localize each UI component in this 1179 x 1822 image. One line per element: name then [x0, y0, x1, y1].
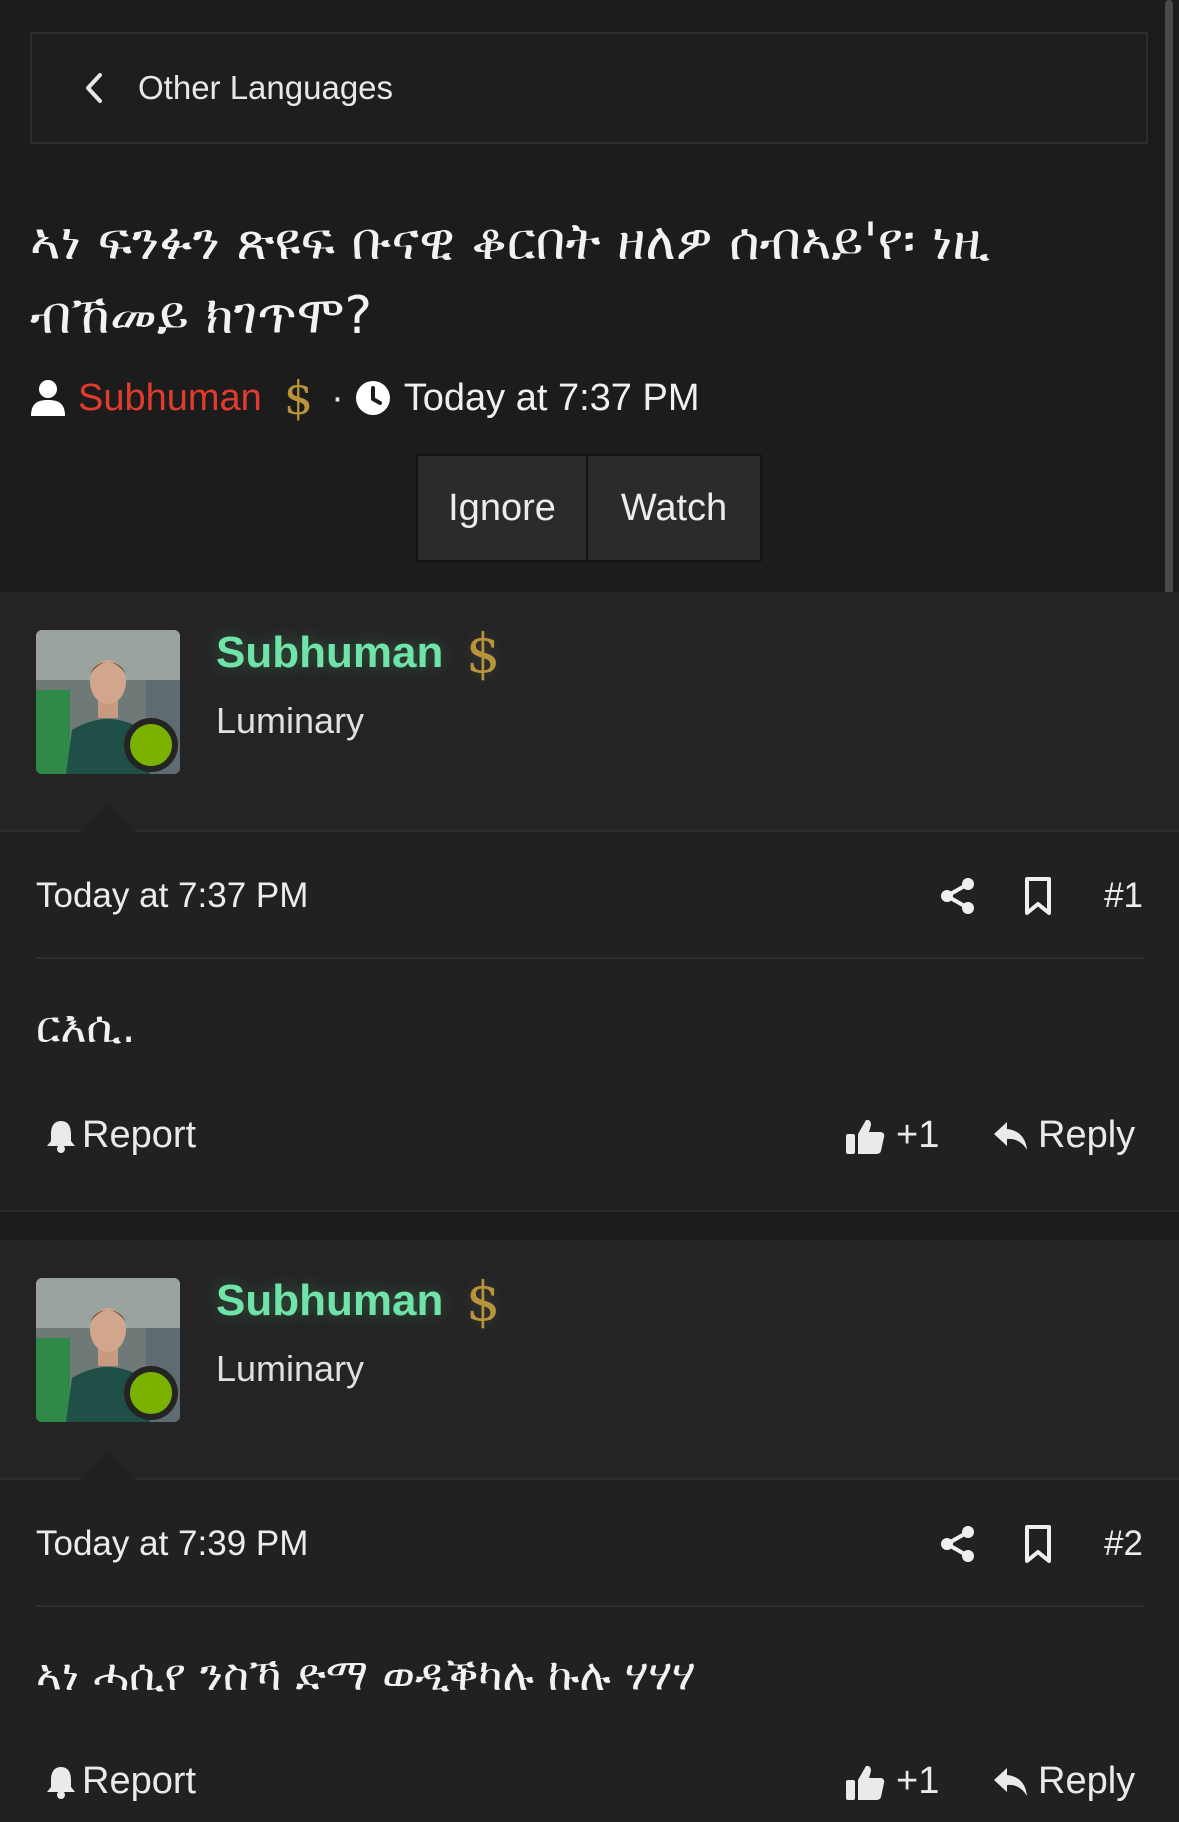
user-icon: [31, 380, 65, 416]
thread-time[interactable]: Today at 7:37 PM: [404, 377, 700, 420]
share-icon[interactable]: [938, 876, 978, 916]
report-label[interactable]: Report: [82, 1114, 196, 1157]
post-body: ኣነ ሓሲየ ንስኻ ድማ ወዲቕካሉ ኩሉ ሃሃሃ: [36, 1650, 696, 1701]
bookmark-icon[interactable]: [1018, 876, 1058, 916]
clock-icon: [355, 381, 390, 415]
like-button[interactable]: +1: [844, 1114, 939, 1157]
post-arrow: [78, 1452, 138, 1482]
thumbs-up-icon: [846, 1765, 885, 1800]
scrollbar[interactable]: [1165, 0, 1173, 632]
thread-meta: Subhuman $ · Today at 7:37 PM: [30, 368, 699, 428]
post-arrow: [78, 804, 138, 834]
reply-label[interactable]: Reply: [1038, 1760, 1135, 1803]
post: Subhuman $ Luminary Today at 7:37 PM #1 …: [0, 592, 1179, 1210]
post-number[interactable]: #1: [1104, 876, 1143, 916]
user-title: Luminary: [216, 700, 365, 741]
thread-action-buttons: Ignore Watch: [416, 454, 762, 562]
breadcrumb-label[interactable]: Other Languages: [138, 69, 393, 107]
post-number[interactable]: #2: [1104, 1524, 1143, 1564]
bell-icon: [47, 1766, 75, 1799]
dollar-icon: $: [283, 371, 314, 425]
meta-separator: ·: [331, 376, 344, 419]
dollar-icon: $: [466, 1270, 501, 1333]
post-user-block: Subhuman $ Luminary: [0, 1240, 1179, 1482]
post: Subhuman $ Luminary Today at 7:39 PM #2 …: [0, 1240, 1179, 1822]
divider: [36, 957, 1143, 959]
post-time[interactable]: Today at 7:37 PM: [36, 876, 308, 916]
chevron-left-icon: [86, 73, 102, 103]
reply-button[interactable]: Reply: [992, 1114, 1135, 1157]
dollar-icon: $: [466, 622, 501, 685]
post-username[interactable]: Subhuman: [216, 1276, 443, 1326]
post-body: ርእሲ.: [36, 1002, 136, 1053]
bell-icon: [47, 1120, 75, 1153]
thread-title: ኣነ ፍንፉን ጽዩፍ ቡናዊ ቆርበት ዘለዎ ሰብኣይ'የ፡ ነዚ ብኸመይ…: [30, 212, 991, 346]
reply-icon: [994, 1767, 1027, 1796]
report-button[interactable]: Report: [44, 1114, 196, 1157]
breadcrumb[interactable]: Other Languages: [30, 32, 1148, 144]
post-username[interactable]: Subhuman: [216, 628, 443, 678]
post-time[interactable]: Today at 7:39 PM: [36, 1524, 308, 1564]
post-separator: [0, 1210, 1179, 1240]
post-user-block: Subhuman $ Luminary: [0, 592, 1179, 834]
thumbs-up-icon: [846, 1119, 885, 1154]
reply-button[interactable]: Reply: [992, 1760, 1135, 1803]
bookmark-icon[interactable]: [1018, 1524, 1058, 1564]
like-count[interactable]: +1: [896, 1760, 939, 1803]
user-title: Luminary: [216, 1348, 365, 1389]
like-button[interactable]: +1: [844, 1760, 939, 1803]
thread-author-link[interactable]: Subhuman: [78, 377, 262, 420]
share-icon[interactable]: [938, 1524, 978, 1564]
ignore-button[interactable]: Ignore: [418, 456, 588, 560]
online-status-indicator: [124, 718, 178, 772]
online-status-indicator: [124, 1366, 178, 1420]
report-button[interactable]: Report: [44, 1760, 196, 1803]
reply-icon: [994, 1121, 1027, 1150]
report-label[interactable]: Report: [82, 1760, 196, 1803]
like-count[interactable]: +1: [896, 1114, 939, 1157]
watch-button[interactable]: Watch: [588, 456, 760, 560]
reply-label[interactable]: Reply: [1038, 1114, 1135, 1157]
divider: [36, 1605, 1143, 1607]
